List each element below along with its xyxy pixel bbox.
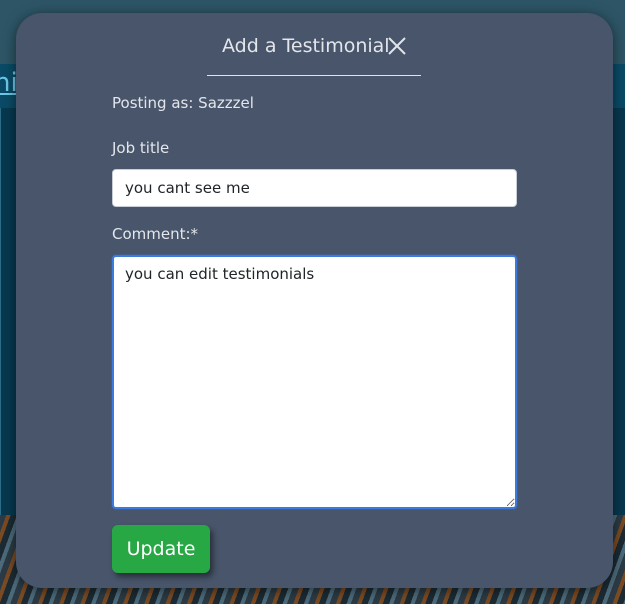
testimonial-modal: Add a Testimonial Posting as: Sazzzel Jo… xyxy=(16,13,613,588)
comment-textarea[interactable]: you can edit testimonials xyxy=(112,255,517,509)
job-title-input[interactable] xyxy=(112,169,517,207)
modal-title: Add a Testimonial xyxy=(222,35,390,57)
job-title-label: Job title xyxy=(112,139,170,157)
posting-as-text: Posting as: Sazzzel xyxy=(112,94,254,112)
close-icon[interactable] xyxy=(387,34,407,58)
comment-label: Comment:* xyxy=(112,225,199,243)
update-button[interactable]: Update xyxy=(112,525,210,573)
modal-header: Add a Testimonial xyxy=(207,31,421,76)
